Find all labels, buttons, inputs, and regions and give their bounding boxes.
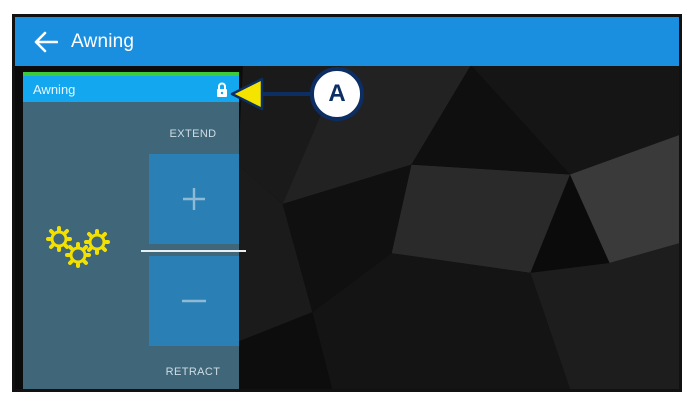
retract-label: RETRACT: [165, 366, 221, 378]
lock-icon[interactable]: [215, 81, 229, 97]
divider: [141, 250, 246, 252]
panel-header: Awning: [23, 76, 239, 102]
extend-button[interactable]: [149, 154, 239, 244]
panel-title: Awning: [33, 81, 76, 97]
callout-letter: A: [328, 80, 346, 107]
plus-icon: [183, 188, 205, 210]
extend-label: EXTEND: [169, 128, 217, 140]
awning-control-panel: Awning EXTEND RETRACT: [23, 72, 246, 389]
back-button[interactable]: [29, 25, 63, 59]
minus-icon: [182, 299, 206, 303]
top-bar: Awning: [15, 17, 679, 66]
callout-badge: A: [310, 67, 364, 121]
retract-button[interactable]: [149, 256, 239, 346]
gears-icon: [46, 226, 110, 268]
page-title: Awning: [71, 30, 135, 52]
arrow-left-icon: [34, 31, 58, 52]
